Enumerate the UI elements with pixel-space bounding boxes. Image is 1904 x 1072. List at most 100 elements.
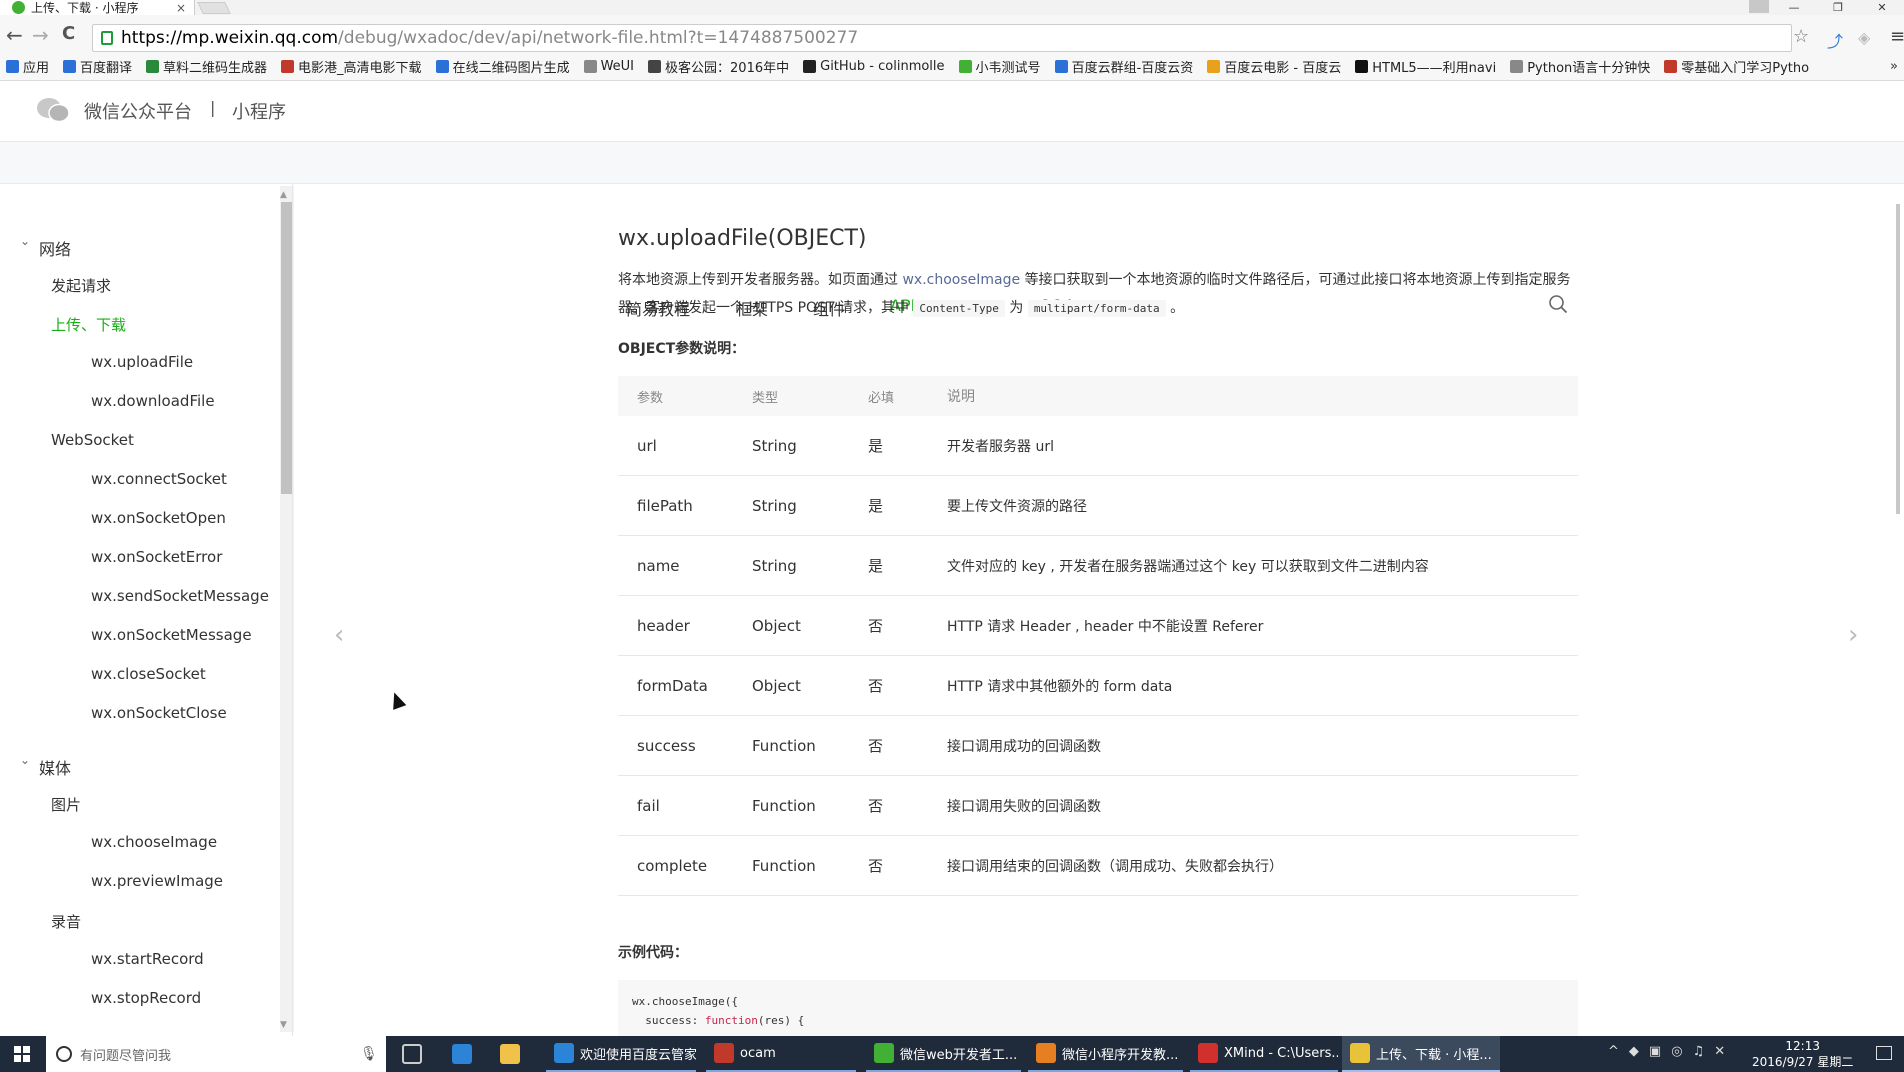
app-label: 微信web开发者工... [900,1047,1018,1063]
action-center-icon[interactable] [1876,1046,1892,1060]
bookmark-item[interactable]: Python语言十分钟快 [1510,57,1650,76]
taskbar-app[interactable]: 微信web开发者工... [866,1036,1021,1072]
bookmark-star-icon[interactable]: ☆ [1793,26,1809,47]
reload-button[interactable]: C [62,23,75,44]
bookmark-item[interactable]: 零基础入门学习Pytho [1664,57,1809,76]
user-profile-icon[interactable] [1749,0,1769,13]
site-title[interactable]: 微信公众平台 [84,98,192,124]
sidebar-api-link[interactable]: wx.onSocketClose [91,704,227,722]
bookmark-item[interactable]: 在线二维码图片生成 [435,57,570,76]
sidebar-api-link[interactable]: wx.closeSocket [91,665,206,683]
param-name: success [637,736,696,755]
tray-icon[interactable]: ▣ [1649,1044,1661,1059]
tray-icon[interactable]: ✕ [1714,1044,1725,1059]
bookmark-item[interactable]: 电影港_高清电影下载 [281,57,422,76]
bookmark-item[interactable]: HTML5——利用navi [1355,57,1496,76]
edge-icon[interactable] [452,1044,472,1064]
sidebar-api-link[interactable]: wx.chooseImage [91,833,217,851]
sidebar-api-link[interactable]: wx.onSocketOpen [91,509,226,527]
sidebar-api-link[interactable]: wx.connectSocket [91,470,227,488]
microphone-icon[interactable]: 🎙 [360,1046,378,1062]
sidebar-api-link[interactable]: wx.startRecord [91,950,204,968]
bookmark-item[interactable]: 百度云群组-百度云资 [1054,57,1193,76]
tray-icon[interactable]: ◆ [1629,1044,1639,1059]
bookmark-favicon-icon [803,60,817,73]
extension-icon[interactable]: ⤴ [1827,28,1843,52]
browser-tab[interactable]: 上传、下载 · 小程序 × [0,0,195,15]
sidebar-category[interactable]: 网络 [39,236,71,260]
bookmark-item[interactable]: WeUI [583,59,634,74]
scroll-down-arrow-icon[interactable]: ▼ [280,1020,287,1030]
bookmarks-more-icon[interactable]: » [1890,59,1898,74]
sidebar-api-link[interactable]: wx.downloadFile [91,392,215,410]
app-icon [554,1043,574,1063]
minimize-button[interactable]: — [1772,0,1816,15]
clock-time: 12:13 [1785,1039,1820,1053]
bookmark-item[interactable]: 小韦测试号 [958,57,1041,76]
tray-icon[interactable]: ^ [1608,1044,1619,1059]
sidebar-api-link[interactable]: wx.uploadFile [91,353,193,371]
tray-icon[interactable]: ♫ [1693,1044,1705,1059]
bookmark-item[interactable]: 草料二维码生成器 [146,57,267,76]
param-type: String [752,556,797,575]
taskbar-search-input[interactable]: 有问题尽管问我 [46,1036,386,1072]
app-icon [1198,1043,1218,1063]
bookmark-item[interactable]: 应用 [6,57,49,76]
new-tab-button[interactable] [197,2,231,14]
api-title: wx.uploadFile(OBJECT) [618,226,867,251]
site-subtitle[interactable]: 小程序 [232,98,286,124]
choose-image-link[interactable]: wx.chooseImage [902,272,1020,288]
sidebar-api-link[interactable]: wx.onSocketMessage [91,626,252,644]
scroll-up-arrow-icon[interactable]: ▲ [280,190,287,200]
taskbar-app[interactable]: 微信小程序开发教... [1028,1036,1183,1072]
bookmark-item[interactable]: 百度翻译 [63,57,132,76]
sidebar-section[interactable]: 发起请求 [51,275,111,296]
forward-button[interactable]: → [32,23,49,47]
tab-close-icon[interactable]: × [176,1,186,15]
wechat-logo-icon[interactable] [36,96,70,124]
url-input[interactable]: https://mp.weixin.qq.com/debug/wxadoc/de… [92,24,1792,52]
taskbar-app[interactable]: ocam [706,1036,856,1072]
task-view-icon[interactable] [402,1044,422,1064]
sidebar-api-link[interactable]: wx.onSocketError [91,548,222,566]
sidebar-section[interactable]: 录音 [51,911,81,932]
param-required: 否 [868,737,884,755]
taskbar-app[interactable]: XMind - C:\Users... [1190,1036,1338,1072]
windows-start-icon[interactable] [14,1046,30,1062]
prev-page-arrow-icon[interactable]: ‹ [334,620,344,650]
taskbar-app[interactable]: 欢迎使用百度云管家 [546,1036,696,1072]
bookmark-item[interactable]: GitHub - colinmolle [803,59,945,74]
clock[interactable]: 12:13 2016/9/27 星期二 [1752,1038,1853,1070]
close-window-button[interactable]: ✕ [1860,0,1904,15]
bookmark-label: 百度云电影 - 百度云 [1224,61,1342,76]
sidebar-section[interactable]: 上传、下载 [51,314,126,335]
sidebar-api-link[interactable]: wx.previewImage [91,872,223,890]
restore-button[interactable]: ❐ [1816,0,1860,15]
bookmark-label: 电影港_高清电影下载 [298,61,422,76]
main-scroll-thumb[interactable] [1896,204,1900,514]
param-description: 要上传文件资源的路径 [947,498,1087,515]
bookmark-favicon-icon [146,60,160,73]
back-button[interactable]: ← [6,23,23,47]
chevron-down-icon[interactable]: ⌄ [20,753,30,767]
bookmark-item[interactable]: 极客公园：2016年中 [648,57,789,76]
param-required: 否 [868,617,884,635]
bookmark-favicon-icon [1054,60,1068,73]
chevron-down-icon[interactable]: ⌄ [20,234,30,248]
sidebar-api-link[interactable]: wx.sendSocketMessage [91,587,269,605]
file-explorer-icon[interactable] [500,1044,520,1064]
sidebar-section[interactable]: WebSocket [51,431,134,449]
sidebar-category[interactable]: 媒体 [39,755,71,779]
shield-extension-icon[interactable]: ◈ [1858,28,1870,47]
sidebar-api-link[interactable]: wx.stopRecord [91,989,201,1007]
sidebar-section[interactable]: 图片 [51,794,81,815]
taskbar-app[interactable]: 上传、下载 · 小程... [1342,1036,1500,1072]
app-label: ocam [740,1045,776,1061]
inline-code: Content-Type [913,300,1005,317]
tray-icon[interactable]: ◎ [1671,1044,1682,1059]
browser-menu-icon[interactable]: ≡ [1890,26,1904,47]
next-page-arrow-icon[interactable]: › [1848,620,1858,650]
bookmark-label: 极客公园：2016年中 [665,61,790,76]
cortana-icon [56,1046,72,1062]
bookmark-item[interactable]: 百度云电影 - 百度云 [1207,57,1341,76]
